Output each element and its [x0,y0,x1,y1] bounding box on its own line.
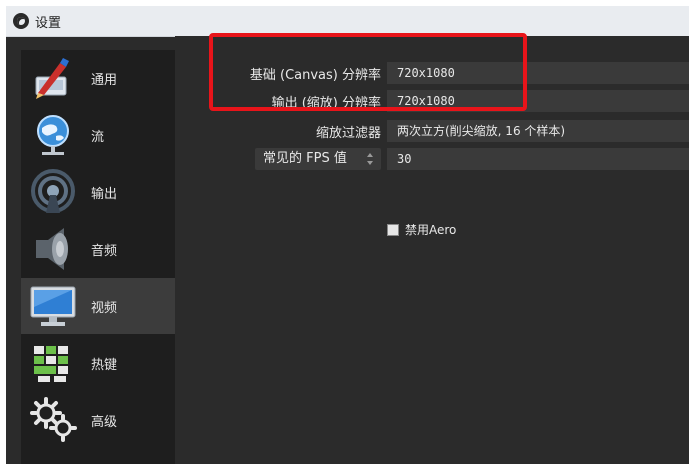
fps-type-selector[interactable]: 常见的 FPS 值 [255,148,381,170]
sidebar-item-video[interactable]: 视频 [21,278,175,334]
downscale-filter-label: 缩放过滤器 [315,126,381,141]
base-resolution-combobox[interactable]: 720x1080 [387,62,689,84]
fps-type-label: 常见的 FPS 值 [263,151,347,166]
sidebar-item-label: 通用 [91,72,118,88]
sidebar-item-label: 输出 [91,186,118,202]
output-resolution-combobox[interactable]: 720x1080 [387,90,689,112]
sidebar-item-stream[interactable]: 流 [21,107,175,163]
fps-value-select[interactable]: 30 [387,148,689,170]
settings-sidebar: 通用 流 输出 音频 视频 热键 高级 [21,50,175,464]
title-bar: 设置 [6,6,689,37]
hotkeys-keyboard-icon [27,337,79,389]
output-broadcast-icon [27,166,79,218]
output-resolution-label: 输出 (缩放) 分辨率 [271,96,381,111]
disable-aero-label: 禁用Aero [405,223,457,237]
general-settings-icon [27,52,79,104]
sidebar-item-label: 视频 [91,300,118,316]
downscale-filter-select[interactable]: 两次立方(削尖缩放, 16 个样本) [387,120,689,142]
audio-speaker-icon [27,223,79,275]
sidebar-item-label: 流 [91,129,105,145]
disable-aero-checkbox[interactable] [387,223,399,236]
sidebar-item-hotkeys[interactable]: 热键 [21,335,175,391]
sidebar-item-advanced[interactable]: 高级 [21,392,175,448]
sidebar-item-general[interactable]: 通用 [21,50,175,106]
disable-aero-option[interactable]: 禁用Aero [387,221,456,238]
stream-globe-icon [27,109,79,161]
video-monitor-icon [27,280,79,332]
base-resolution-label: 基础 (Canvas) 分辨率 [249,68,381,83]
sidebar-item-label: 热键 [91,357,118,373]
sidebar-item-audio[interactable]: 音频 [21,221,175,277]
settings-window: 设置 通用 流 输出 音频 视频 热键 高级 基础 (Canvas) 分辨率 7… [6,6,689,464]
obs-logo-icon [13,13,29,29]
sidebar-item-label: 音频 [91,243,118,259]
window-title: 设置 [35,15,62,31]
sidebar-item-label: 高级 [91,414,118,430]
sidebar-item-output[interactable]: 输出 [21,164,175,220]
video-settings-panel: 基础 (Canvas) 分辨率 720x1080 输出 (缩放) 分辨率 720… [175,36,689,464]
advanced-gears-icon [27,394,79,446]
up-down-arrows-icon [365,152,375,166]
